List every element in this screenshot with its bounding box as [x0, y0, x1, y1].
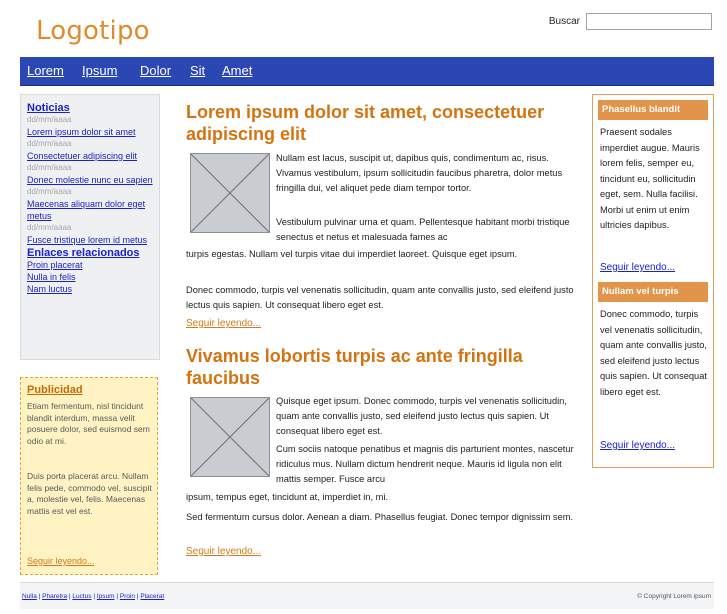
ad-paragraph: Duis porta placerat arcu. Nullam felis p…: [27, 471, 152, 516]
search-label: Buscar: [548, 16, 580, 27]
footer-link[interactable]: Nulla: [22, 593, 37, 600]
article-paragraph: Sed fermentum cursus dolor. Aenean a dia…: [186, 512, 574, 522]
article-title: Vivamus lobortis turpis ac ante fringill…: [186, 346, 523, 388]
ad-read-more-link[interactable]: Seguir leyendo...: [27, 556, 95, 566]
article-image-placeholder: [190, 153, 270, 233]
news-heading[interactable]: Noticias: [27, 102, 157, 114]
nav-link-dolor[interactable]: Dolor: [140, 64, 171, 78]
news-link[interactable]: Fusce tristique lorem id metus: [27, 234, 157, 246]
news-link[interactable]: Lorem ipsum dolor sit amet: [27, 126, 157, 138]
copyright-text: © Copyright Lorem ipsum: [637, 593, 711, 600]
article-read-more-link[interactable]: Seguir leyendo...: [186, 546, 261, 557]
news-date: dd/mm/aaaa: [27, 223, 72, 232]
article-paragraph: Donec commodo, turpis vel venenatis soll…: [186, 285, 574, 310]
ad-paragraph: Etiam fermentum, nisl tincidunt blandit …: [27, 401, 150, 446]
related-link[interactable]: Proin placerat: [27, 259, 157, 271]
news-date: dd/mm/aaaa: [27, 163, 72, 172]
nav-link-sit[interactable]: Sit: [190, 64, 205, 78]
footer-link[interactable]: Ipsum: [97, 593, 115, 600]
related-links-heading[interactable]: Enlaces relacionados: [27, 247, 157, 259]
right-block-heading: Nullam vel turpis: [598, 282, 708, 302]
search-area: Buscar: [549, 13, 712, 30]
ad-box: Publicidad Etiam fermentum, nisl tincidu…: [20, 377, 158, 575]
nav-link-lorem[interactable]: Lorem: [27, 64, 64, 78]
article-paragraph: Quisque eget ipsum. Donec commodo, turpi…: [276, 396, 567, 436]
related-link[interactable]: Nulla in felis: [27, 271, 157, 283]
site-logo[interactable]: Logotipo: [36, 16, 150, 46]
article-title: Lorem ipsum dolor sit amet, consectetuer…: [186, 102, 545, 144]
article-paragraph: Vestibulum pulvinar urna et quam. Pellen…: [276, 217, 570, 242]
right-block-text: Praesent sodales imperdiet augue. Mauris…: [600, 127, 700, 230]
news-date: dd/mm/aaaa: [27, 115, 72, 124]
news-date: dd/mm/aaaa: [27, 187, 72, 196]
article-paragraph: Nullam est lacus, suscipit ut, dapibus q…: [276, 153, 563, 193]
news-sidebar: Noticias dd/mm/aaaa Lorem ipsum dolor si…: [20, 94, 160, 360]
footer-link[interactable]: Placerat: [140, 593, 164, 600]
article-paragraph: turpis egestas. Nullam vel turpis vitae …: [186, 249, 518, 259]
footer-link[interactable]: Luctus: [72, 593, 91, 600]
footer-link[interactable]: Proin: [120, 593, 135, 600]
article-paragraph: Cum sociis natoque penatibus et magnis d…: [276, 444, 574, 484]
right-block-read-more-link[interactable]: Seguir leyendo...: [600, 262, 675, 273]
news-date: dd/mm/aaaa: [27, 139, 72, 148]
ad-heading[interactable]: Publicidad: [27, 384, 83, 396]
related-link[interactable]: Nam luctus: [27, 283, 157, 295]
right-block-text: Donec commodo, turpis vel venenatis soll…: [600, 309, 707, 397]
nav-link-ipsum[interactable]: Ipsum: [82, 64, 117, 78]
image-placeholder-icon: [191, 154, 269, 232]
nav-link-amet[interactable]: Amet: [222, 64, 252, 78]
right-block-read-more-link[interactable]: Seguir leyendo...: [600, 440, 675, 451]
article-paragraph: ipsum, tempus eget, tincidunt at, imperd…: [186, 492, 389, 502]
footer-links: Nulla | Pharetra | Luctus | Ipsum | Proi…: [22, 593, 165, 600]
news-link[interactable]: Donec molestie nunc eu sapien: [27, 174, 157, 186]
main-nav-bar: Lorem Ipsum Dolor Sit Amet: [20, 57, 714, 86]
article-read-more-link[interactable]: Seguir leyendo...: [186, 318, 261, 329]
search-input[interactable]: [586, 13, 712, 30]
news-link[interactable]: Consectetuer adipiscing elit: [27, 150, 157, 162]
news-link[interactable]: Maecenas aliquam dolor eget metus: [27, 198, 157, 222]
right-block-heading: Phasellus blandit: [598, 100, 708, 120]
image-placeholder-icon: [191, 398, 269, 476]
article-image-placeholder: [190, 397, 270, 477]
footer-link[interactable]: Pharetra: [42, 593, 67, 600]
